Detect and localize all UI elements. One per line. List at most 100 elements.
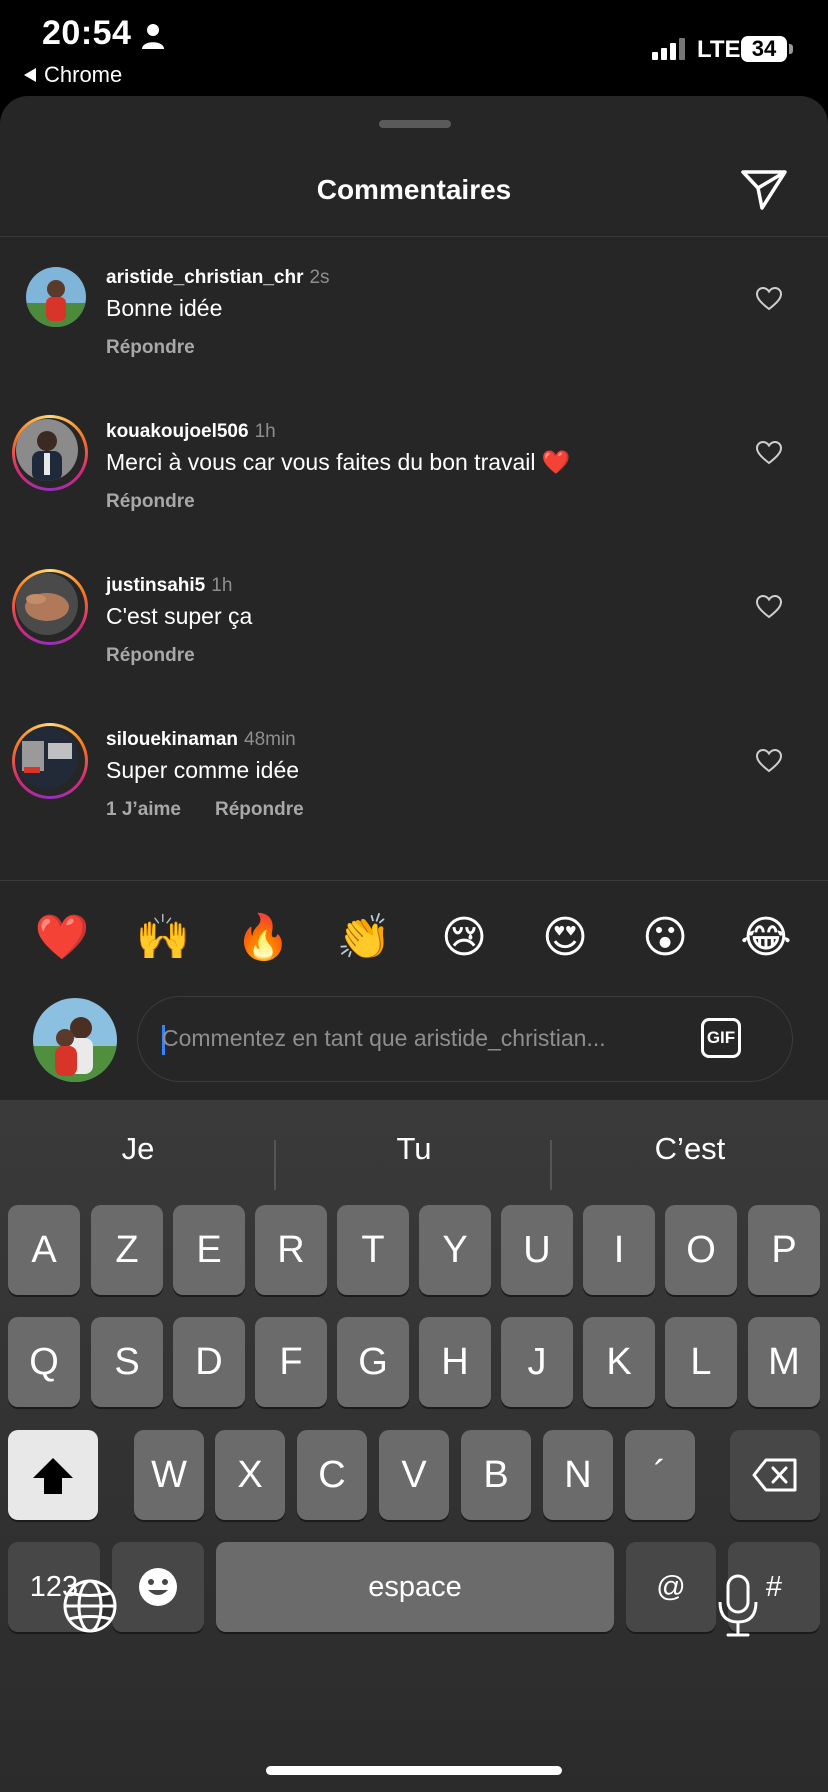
comment-username[interactable]: silouekinaman [106,729,238,750]
story-ring-avatar[interactable] [12,415,88,491]
comment-item: justinsahi5 1h C'est super ça Répondre [0,569,828,715]
like-heart-icon[interactable] [756,749,782,773]
key-x[interactable]: X [215,1430,285,1520]
person-icon [142,24,164,49]
suggestion-item[interactable]: C’est [552,1114,828,1184]
comment-input-placeholder: Commentez en tant que aristide_christian… [162,1025,606,1051]
key-n[interactable]: N [543,1430,613,1520]
key-i[interactable]: I [583,1205,655,1295]
sheet-title: Commentaires [316,174,512,205]
key-e[interactable]: E [173,1205,245,1295]
story-ring-avatar[interactable] [12,723,88,799]
key-d[interactable]: D [173,1317,245,1407]
key-h[interactable]: H [419,1317,491,1407]
key-k[interactable]: K [583,1317,655,1407]
key-l[interactable]: L [665,1317,737,1407]
key-u[interactable]: U [501,1205,573,1295]
signal-icon [652,38,685,60]
comment-input[interactable]: Commentez en tant que aristide_christian… [137,996,793,1082]
comment-username[interactable]: justinsahi5 [106,575,205,596]
header-divider [0,236,828,237]
key-g[interactable]: G [337,1317,409,1407]
comment-header: justinsahi5 1h [106,575,232,597]
backspace-icon [752,1458,797,1492]
emoji-fire-button[interactable]: 🔥 [233,908,293,968]
comment-item: kouakoujoel506 1h Merci à vous car vous f… [0,415,828,561]
comment-header: kouakoujoel506 1h [106,421,276,443]
suggestion-item[interactable]: Je [0,1114,276,1184]
sheet-grabber[interactable] [379,120,451,128]
story-ring-avatar[interactable] [12,569,88,645]
reply-button[interactable]: Répondre [106,645,195,667]
key-a[interactable]: A [8,1205,80,1295]
my-avatar [33,998,117,1082]
key-t[interactable]: T [337,1205,409,1295]
likes-count[interactable]: 1 J’aime [106,799,181,821]
key-j[interactable]: J [501,1317,573,1407]
reply-button[interactable]: Répondre [215,799,304,821]
comment-time: 1h [211,575,233,596]
emoji-clap-button[interactable]: 👏 [334,908,394,968]
emoji-laughing-button[interactable]: 😂 [736,908,796,968]
emoji-surprised-button[interactable]: 😮 [635,908,695,968]
like-heart-icon[interactable] [756,287,782,311]
key-z[interactable]: Z [91,1205,163,1295]
key-p[interactable]: P [748,1205,820,1295]
comment-username[interactable]: aristide_christian_chr [106,267,303,288]
reply-button[interactable]: Répondre [106,491,195,513]
key-m[interactable]: M [748,1317,820,1407]
comment-actions: Répondre [106,337,195,359]
home-indicator[interactable] [266,1766,562,1775]
emoji-heart-button[interactable]: ❤️ [32,908,92,968]
key-s[interactable]: S [91,1317,163,1407]
key-v[interactable]: V [379,1430,449,1520]
emoji-divider [0,880,828,881]
comment-username[interactable]: kouakoujoel506 [106,421,249,442]
comment-text: Bonne idée [106,295,223,321]
key-c[interactable]: C [297,1430,367,1520]
comment-item: aristide_christian_chr 2s Bonne idée Répo… [0,267,828,407]
comment-text: Merci à vous car vous faites du bon trav… [106,449,571,475]
key-o[interactable]: O [665,1205,737,1295]
avatar[interactable] [26,267,86,327]
backspace-key[interactable] [730,1430,820,1520]
like-heart-icon[interactable] [756,441,782,465]
key-q[interactable]: Q [8,1317,80,1407]
globe-icon[interactable] [62,1578,118,1634]
reply-button[interactable]: Répondre [106,337,195,359]
key-y[interactable]: Y [419,1205,491,1295]
emoji-reaction-bar: ❤️ 🙌 🔥 👏 😢 😍 😮 😂 [0,908,828,970]
comment-header: aristide_christian_chr 2s [106,267,330,289]
key-accent[interactable]: ´ [625,1430,695,1520]
shift-key[interactable] [8,1430,98,1520]
emoji-keyboard-key[interactable] [112,1542,204,1632]
emoji-heart-eyes-button[interactable]: 😍 [535,908,595,968]
comment-header: silouekinaman 48min [106,729,296,751]
back-arrow-icon [24,68,36,82]
emoji-crying-button[interactable]: 😢 [434,908,494,968]
emoji-raised-hands-button[interactable]: 🙌 [133,908,193,968]
status-time: 20:54 [42,14,132,52]
shift-arrow-icon [33,1458,73,1494]
like-heart-icon[interactable] [756,595,782,619]
back-to-app-link[interactable]: Chrome [24,62,122,88]
key-b[interactable]: B [461,1430,531,1520]
network-type: LTE [697,36,741,63]
key-w[interactable]: W [134,1430,204,1520]
comment-actions: 1 J’aime Répondre [106,799,304,821]
microphone-icon[interactable] [716,1574,760,1638]
comment-text: C'est super ça [106,603,253,629]
gif-button[interactable]: GIF [701,1018,741,1058]
key-f[interactable]: F [255,1317,327,1407]
comment-time: 48min [244,729,296,750]
comment-actions: Répondre [106,491,195,513]
comment-item: silouekinaman 48min Super comme idée 1 J’… [0,723,828,869]
at-key[interactable]: @ [626,1542,716,1632]
key-r[interactable]: R [255,1205,327,1295]
suggestion-item[interactable]: Tu [276,1114,552,1184]
comment-text: Super comme idée [106,757,300,783]
space-key[interactable]: espace [216,1542,614,1632]
comment-time: 2s [309,267,330,288]
share-send-icon[interactable] [740,168,788,212]
smiley-icon [139,1568,177,1606]
